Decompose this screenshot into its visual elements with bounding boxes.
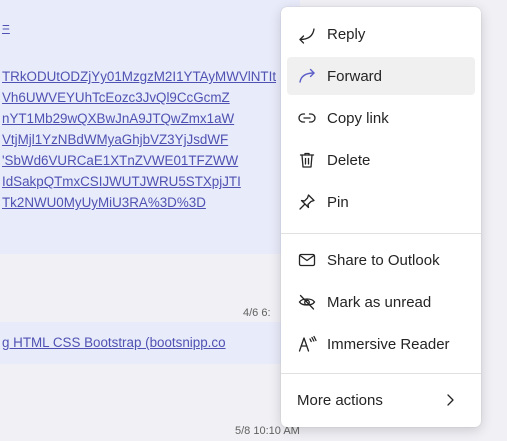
message-timestamp: 4/6 6: [243, 307, 271, 319]
message-link-line[interactable]: Vh6UWVEYUhTcEozc3JvQl9CcGcmZ [2, 88, 230, 108]
message-link[interactable]: g HTML CSS Bootstrap (bootsnipp.co [2, 333, 226, 353]
menu-item-label: Reply [327, 25, 366, 43]
menu-item-label: Forward [327, 67, 383, 85]
menu-item-copy-link[interactable]: Copy link [287, 99, 475, 137]
trash-icon [297, 150, 317, 170]
menu-item-pin[interactable]: Pin [287, 183, 475, 221]
menu-item-label: Share to Outlook [327, 251, 440, 269]
forward-icon [297, 66, 317, 86]
message-link-line[interactable]: nYT1Mb29wQXBwJnA9JTQwZmx1aW [2, 109, 234, 129]
menu-item-label: Mark as unread [327, 293, 432, 311]
chevron-right-icon [441, 391, 459, 414]
eye-off-icon [297, 292, 317, 312]
menu-item-share-to-outlook[interactable]: Share to Outlook [287, 241, 475, 279]
context-menu: Reply Forward Copy link Delete Pin Share… [281, 7, 481, 427]
menu-item-label: Delete [327, 151, 371, 169]
menu-item-delete[interactable]: Delete [287, 141, 475, 179]
message-link-line[interactable]: 'SbWd6VURCaE1XTnZVWE01TFZWW [2, 151, 238, 171]
menu-item-more-actions[interactable]: More actions [287, 381, 475, 419]
message-link-line[interactable]: VtjMjl1YzNBdWMyaGhjbVZ3YjJsdWF [2, 130, 228, 150]
mail-icon [297, 250, 317, 270]
immersive-reader-icon [297, 334, 317, 354]
menu-item-label: Immersive Reader [327, 335, 450, 353]
menu-item-mark-as-unread[interactable]: Mark as unread [287, 283, 475, 321]
message-text-line: = [2, 20, 10, 35]
message-link-line[interactable]: IdSakpQTmxCSIJWUTJWRU5STXpjJTI [2, 172, 241, 192]
menu-divider [281, 233, 481, 234]
reply-icon [297, 24, 317, 44]
menu-item-immersive-reader[interactable]: Immersive Reader [287, 325, 475, 363]
menu-item-label: Pin [327, 193, 349, 211]
menu-item-label: More actions [297, 391, 383, 409]
message-link-line[interactable]: TRkODUtODZjYy01MzgzM2I1YTAyMWVlNTIt [2, 67, 276, 87]
menu-item-forward[interactable]: Forward [287, 57, 475, 95]
menu-item-reply[interactable]: Reply [287, 15, 475, 53]
pin-icon [297, 192, 317, 212]
link-icon [297, 108, 317, 128]
menu-divider [281, 373, 481, 374]
menu-item-label: Copy link [327, 109, 389, 127]
message-link-line[interactable]: Tk2NWU0MyUyMiU3RA%3D%3D [2, 193, 206, 213]
